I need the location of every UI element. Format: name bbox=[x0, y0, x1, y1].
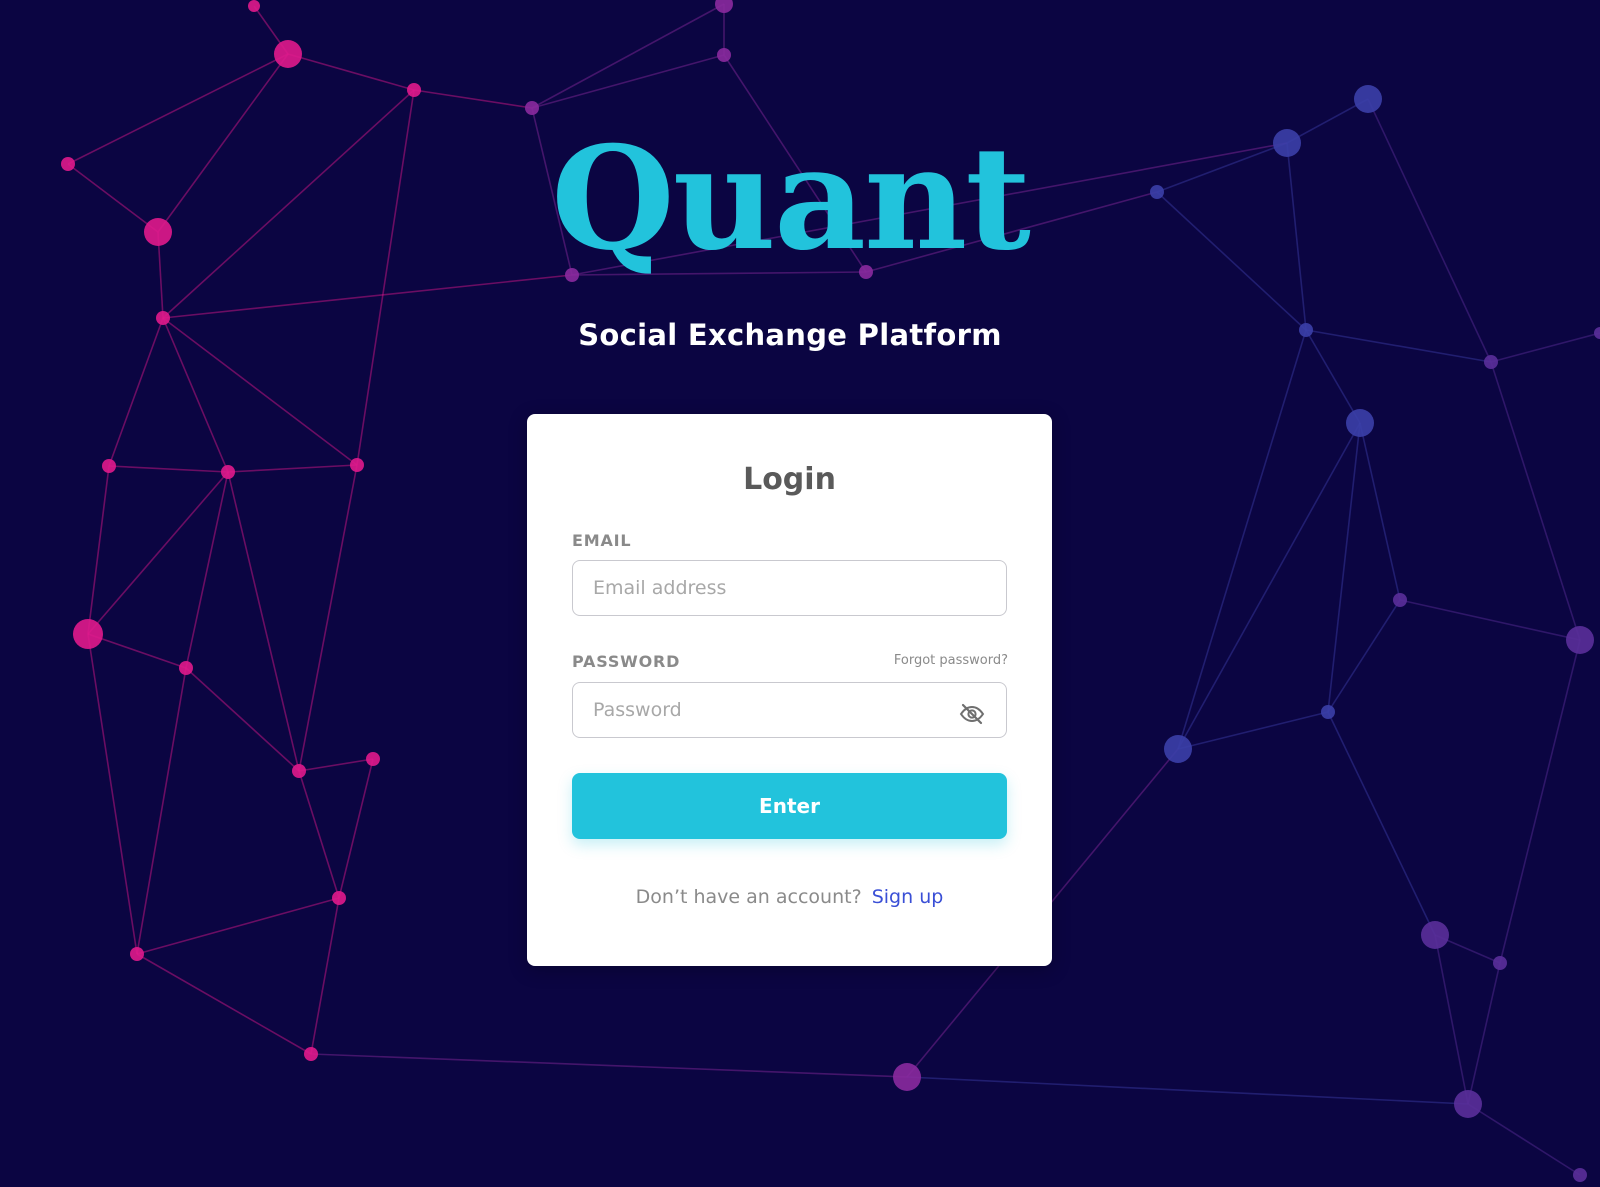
network-edge bbox=[906, 1076, 1469, 1105]
network-edge bbox=[136, 897, 340, 955]
network-node bbox=[179, 661, 193, 675]
network-node bbox=[248, 0, 260, 12]
network-edge bbox=[185, 667, 300, 772]
network-edge bbox=[1467, 962, 1501, 1105]
network-node bbox=[1594, 327, 1600, 339]
network-edge bbox=[338, 758, 374, 899]
brand-tagline: Social Exchange Platform bbox=[578, 318, 1002, 352]
network-node bbox=[350, 458, 364, 472]
network-edge bbox=[1467, 1103, 1581, 1176]
signup-row: Don’t have an account? Sign up bbox=[527, 886, 1052, 908]
network-node bbox=[717, 48, 731, 62]
network-node bbox=[1354, 85, 1382, 113]
network-edge bbox=[162, 274, 573, 319]
network-edge bbox=[531, 3, 725, 109]
network-edge bbox=[1177, 329, 1307, 750]
network-node bbox=[407, 83, 421, 97]
network-node bbox=[304, 1047, 318, 1061]
network-node bbox=[1566, 626, 1594, 654]
network-edge bbox=[1177, 711, 1329, 750]
email-input[interactable] bbox=[572, 560, 1007, 616]
network-edge bbox=[136, 667, 187, 955]
network-edge bbox=[87, 471, 229, 635]
network-node bbox=[102, 459, 116, 473]
network-edge bbox=[1499, 639, 1581, 964]
network-edge bbox=[87, 633, 187, 669]
network-node bbox=[1573, 1168, 1587, 1182]
network-edge bbox=[1327, 711, 1436, 936]
network-edge bbox=[287, 53, 415, 91]
network-node bbox=[1164, 735, 1192, 763]
network-edge bbox=[1490, 361, 1581, 641]
enter-button[interactable]: Enter bbox=[572, 773, 1007, 839]
network-node bbox=[1493, 956, 1507, 970]
network-edge bbox=[87, 465, 110, 635]
network-node bbox=[1346, 409, 1374, 437]
network-node bbox=[221, 465, 235, 479]
network-edge bbox=[298, 770, 340, 899]
network-node bbox=[73, 619, 103, 649]
network-node bbox=[893, 1063, 921, 1091]
network-edge bbox=[531, 54, 725, 109]
signup-prompt: Don’t have an account? bbox=[635, 886, 862, 908]
network-edge bbox=[227, 464, 358, 473]
network-node bbox=[1421, 921, 1449, 949]
network-edge bbox=[227, 471, 300, 772]
network-edge bbox=[1177, 422, 1361, 750]
network-edge bbox=[185, 471, 229, 669]
network-node bbox=[1484, 355, 1498, 369]
network-edge bbox=[1434, 934, 1469, 1105]
network-edge bbox=[1359, 422, 1401, 601]
network-edge bbox=[136, 953, 312, 1055]
network-node bbox=[715, 0, 733, 13]
network-node bbox=[274, 40, 302, 68]
network-node bbox=[525, 101, 539, 115]
network-node bbox=[366, 752, 380, 766]
network-edge bbox=[298, 758, 374, 772]
network-edge bbox=[413, 89, 533, 109]
network-edge bbox=[1399, 599, 1581, 641]
network-edge bbox=[108, 465, 229, 473]
login-card: Login EMAIL PASSWORD Forgot password? En… bbox=[527, 414, 1052, 966]
network-node bbox=[1321, 705, 1335, 719]
network-node bbox=[292, 764, 306, 778]
login-title: Login bbox=[743, 462, 836, 497]
network-edge bbox=[310, 1053, 908, 1078]
network-edge bbox=[87, 633, 138, 955]
network-node bbox=[332, 891, 346, 905]
password-input[interactable] bbox=[572, 682, 1007, 738]
network-node bbox=[130, 947, 144, 961]
network-node bbox=[1393, 593, 1407, 607]
eye-slash-icon[interactable] bbox=[957, 699, 987, 729]
network-edge bbox=[310, 897, 340, 1055]
email-label: EMAIL bbox=[572, 531, 632, 550]
network-edge bbox=[298, 464, 358, 772]
password-label: PASSWORD bbox=[572, 652, 681, 671]
signup-link[interactable]: Sign up bbox=[872, 886, 944, 908]
network-node bbox=[1454, 1090, 1482, 1118]
forgot-password-link[interactable]: Forgot password? bbox=[894, 653, 1008, 668]
brand-logo: Quant bbox=[551, 116, 1031, 282]
